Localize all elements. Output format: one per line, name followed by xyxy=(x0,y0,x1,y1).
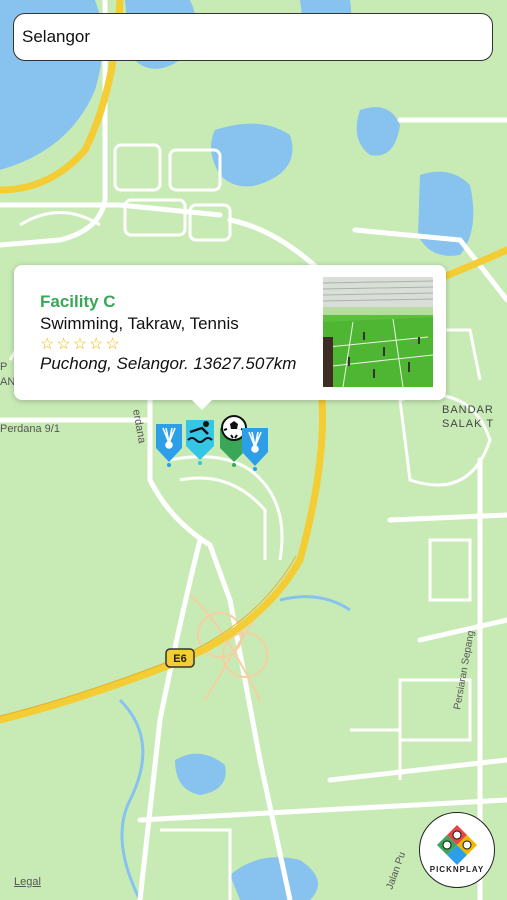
legal-link[interactable]: Legal xyxy=(14,876,41,888)
picknplay-logo-button[interactable]: PICKNPLAY xyxy=(419,812,495,888)
facility-name: Facility C xyxy=(40,292,116,311)
area-label-salak: SALAK T xyxy=(442,418,494,430)
search-input-value: Selangor xyxy=(22,27,91,46)
road-label-perdana: Perdana 9/1 xyxy=(0,423,60,435)
rating-stars: ☆☆☆☆☆ xyxy=(40,336,122,353)
logo-icon xyxy=(437,825,477,865)
search-input[interactable]: Selangor xyxy=(13,13,493,61)
svg-text:E6: E6 xyxy=(173,653,186,665)
logo-text: PICKNPLAY xyxy=(429,865,485,874)
facility-photo[interactable] xyxy=(323,277,433,387)
highway-shield: E6 xyxy=(165,648,195,668)
area-label-p: P xyxy=(0,361,7,373)
facility-sports: Swimming, Takraw, Tennis xyxy=(40,314,239,333)
map[interactable]: Perdana 9/1 erdana P AN BANDAR SALAK T P… xyxy=(0,0,507,900)
facility-popup[interactable]: Facility C Swimming, Takraw, Tennis ☆☆☆☆… xyxy=(14,265,446,410)
area-label-bandar: BANDAR xyxy=(442,404,494,416)
facility-location: Puchong, Selangor. 13627.507km xyxy=(40,354,297,373)
